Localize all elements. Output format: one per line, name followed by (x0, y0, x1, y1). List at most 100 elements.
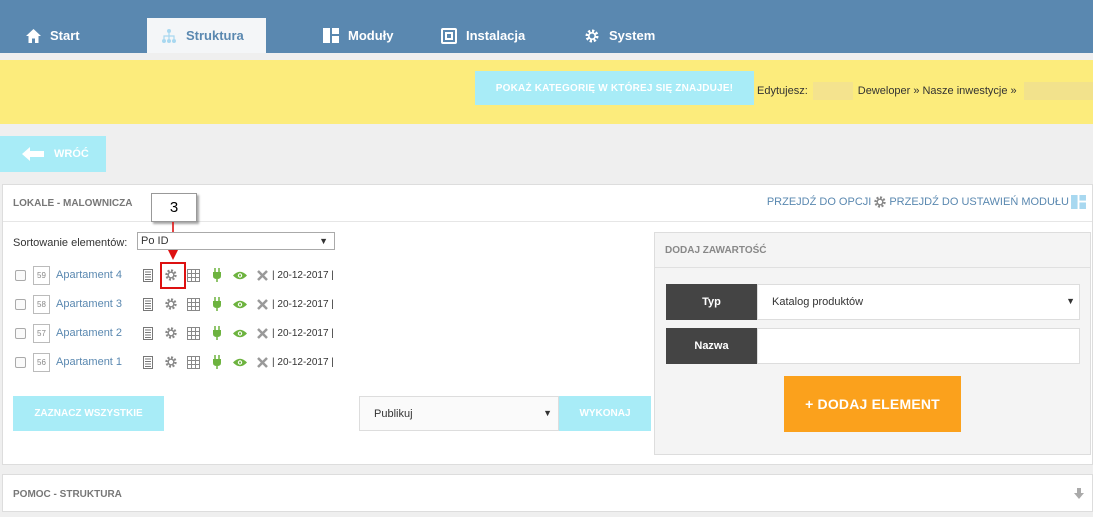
sort-select[interactable]: Po ID ▼ (137, 232, 335, 250)
calendar-icon[interactable] (186, 326, 201, 341)
goto-options-link[interactable]: PRZEJDŹ DO OPCJI (767, 196, 872, 208)
structure-icon (160, 27, 178, 45)
eye-icon[interactable] (232, 355, 247, 370)
editing-label: Edytujesz: (757, 85, 808, 97)
list-item: 56 Apartament 1 | 20-12-2017 | (15, 351, 334, 373)
eye-icon[interactable] (232, 268, 247, 283)
row-checkbox[interactable] (15, 327, 26, 339)
item-link[interactable]: Apartament 3 (56, 298, 138, 310)
chevron-down-icon: ▼ (1066, 296, 1075, 306)
back-button[interactable]: WRÓĆ (0, 136, 106, 172)
sort-value: Po ID (141, 235, 169, 247)
delete-icon[interactable] (255, 268, 270, 283)
back-label: WRÓĆ (54, 148, 89, 160)
add-content-title: DODAJ ZAWARTOŚĆ (665, 245, 767, 256)
modules-icon (1071, 195, 1086, 209)
row-checkbox[interactable] (15, 298, 26, 310)
item-id: 56 (33, 352, 50, 372)
tab-instalacja[interactable]: Instalacja (440, 18, 550, 53)
home-icon (24, 27, 42, 45)
redacted-text (812, 82, 853, 100)
calendar-icon[interactable] (186, 268, 201, 283)
delete-icon[interactable] (255, 326, 270, 341)
tab-label: Struktura (186, 28, 244, 43)
type-label: Typ (666, 284, 757, 320)
item-id: 59 (33, 265, 50, 285)
execute-button[interactable]: WYKONAJ (559, 396, 651, 431)
item-link[interactable]: Apartament 4 (56, 269, 138, 281)
gear-icon (583, 27, 601, 45)
delete-icon[interactable] (255, 355, 270, 370)
add-content-box: DODAJ ZAWARTOŚĆ Typ Katalog produktów ▼ … (654, 232, 1091, 455)
top-navigation: Start Struktura Moduły Instalacja System (0, 0, 1093, 53)
item-date: | 20-12-2017 | (272, 356, 334, 368)
tab-struktura[interactable]: Struktura (147, 18, 266, 53)
editing-breadcrumb: Edytujesz: Deweloper » Nasze inwestycje … (757, 82, 1093, 100)
tab-system[interactable]: System (583, 18, 683, 53)
panel-links: PRZEJDŹ DO OPCJI PRZEJDŹ DO USTAWIEŃ MOD… (767, 195, 1088, 209)
tab-label: Moduły (348, 28, 394, 43)
breadcrumb-item[interactable]: Nasze inwestycje (922, 85, 1007, 97)
gear-icon[interactable] (163, 297, 178, 312)
tab-label: Start (50, 28, 80, 43)
arrow-down-icon[interactable] (1074, 488, 1084, 502)
divider (655, 267, 1090, 268)
breadcrumb-separator: » (1010, 85, 1017, 97)
type-value: Katalog produktów (772, 296, 864, 308)
chevron-down-icon: ▼ (319, 236, 328, 246)
select-all-button[interactable]: ZAZNACZ WSZYSTKIE (13, 396, 164, 431)
name-input[interactable] (757, 328, 1080, 364)
document-icon[interactable] (140, 268, 155, 283)
item-link[interactable]: Apartament 2 (56, 327, 138, 339)
name-label: Nazwa (666, 328, 757, 364)
bulk-action-select[interactable]: Publikuj ▼ (359, 396, 559, 431)
item-date: | 20-12-2017 | (272, 269, 334, 281)
row-checkbox[interactable] (15, 269, 26, 281)
gear-icon[interactable] (163, 355, 178, 370)
gear-icon (873, 195, 887, 209)
highlight-box (160, 262, 186, 289)
modules-icon (322, 27, 340, 45)
item-id: 58 (33, 294, 50, 314)
goto-module-settings-link[interactable]: PRZEJDŹ DO USTAWIEŃ MODUŁU (889, 196, 1069, 208)
plug-icon[interactable] (209, 355, 224, 370)
breadcrumb-separator: » (913, 85, 920, 97)
tab-start[interactable]: Start (24, 18, 124, 53)
document-icon[interactable] (140, 355, 155, 370)
show-category-button[interactable]: POKAŻ KATEGORIĘ W KTÓREJ SIĘ ZNAJDUJE! (475, 71, 754, 105)
help-panel: POMOC - STRUKTURA (2, 474, 1093, 512)
eye-icon[interactable] (232, 326, 247, 341)
delete-icon[interactable] (255, 297, 270, 312)
list-item: 57 Apartament 2 | 20-12-2017 | (15, 322, 334, 344)
redacted-text (1023, 82, 1093, 100)
sort-label: Sortowanie elementów: (13, 237, 128, 249)
item-date: | 20-12-2017 | (272, 298, 334, 310)
calendar-icon[interactable] (186, 297, 201, 312)
document-icon[interactable] (140, 326, 155, 341)
bulk-action-value: Publikuj (374, 407, 413, 420)
help-title: POMOC - STRUKTURA (13, 489, 122, 500)
step-callout: 3 (151, 193, 197, 222)
item-link[interactable]: Apartament 1 (56, 356, 138, 368)
tab-label: System (609, 28, 656, 43)
list-item: 58 Apartament 3 | 20-12-2017 | (15, 293, 334, 315)
document-icon[interactable] (140, 297, 155, 312)
plug-icon[interactable] (209, 268, 224, 283)
gear-icon[interactable] (163, 326, 178, 341)
eye-icon[interactable] (232, 297, 247, 312)
add-element-button[interactable]: + DODAJ ELEMENT (784, 376, 961, 432)
tab-moduly[interactable]: Moduły (322, 18, 422, 53)
plug-icon[interactable] (209, 326, 224, 341)
structure-panel: LOKALE - MALOWNICZA PRZEJDŹ DO OPCJI PRZ… (2, 184, 1093, 465)
plug-icon[interactable] (209, 297, 224, 312)
item-date: | 20-12-2017 | (272, 327, 334, 339)
row-checkbox[interactable] (15, 356, 26, 368)
panel-title: LOKALE - MALOWNICZA (13, 198, 133, 209)
item-id: 57 (33, 323, 50, 343)
breadcrumb-item[interactable]: Deweloper (858, 85, 911, 97)
tab-label: Instalacja (466, 28, 526, 43)
type-select[interactable]: Katalog produktów ▼ (757, 284, 1080, 320)
calendar-icon[interactable] (186, 355, 201, 370)
installation-icon (440, 27, 458, 45)
arrow-left-icon (22, 147, 44, 161)
